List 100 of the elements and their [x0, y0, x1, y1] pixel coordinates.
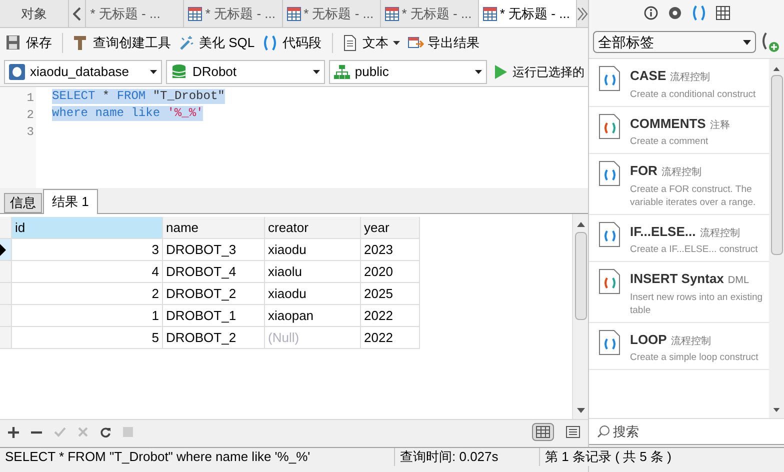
tab[interactable]: * 无标题 - ... [478, 0, 578, 27]
snippet-file-icon [599, 330, 620, 354]
tag-filter-dropdown[interactable]: 全部标签 [593, 31, 756, 53]
line-number: 3 [26, 124, 34, 140]
table-icon [482, 6, 497, 20]
snippet-title[interactable]: FOR [630, 161, 658, 180]
scroll-down-icon[interactable] [773, 408, 780, 412]
table-icon [286, 6, 301, 20]
text-icon [342, 35, 359, 51]
caret-icon [743, 40, 751, 44]
snippet-file-icon [599, 269, 620, 294]
connection-icon [9, 64, 25, 80]
toolbar-button[interactable]: 代码段 [260, 31, 324, 55]
table-cell: xiaolu [265, 261, 361, 283]
table-cell: 2022 [361, 305, 420, 327]
save-icon [6, 35, 22, 51]
table-cell: DROBOT_2 [163, 327, 265, 349]
column-header[interactable]: year [361, 217, 420, 239]
form-view-icon[interactable] [566, 426, 580, 438]
status-query: SELECT * FROM "T_Drobot" where name like '%_%' [0, 448, 395, 466]
search-icon [597, 425, 610, 438]
scroll-left-icon[interactable] [72, 6, 81, 20]
schema-icon [334, 64, 350, 80]
run-button[interactable]: 运行已选择的 [491, 63, 584, 81]
snippet-description: Create a simple loop construct [630, 351, 760, 364]
status-records: 第 1 条记录 ( 共 5 条 ) [544, 448, 672, 466]
snippet-title[interactable]: LOOP [630, 330, 667, 349]
snippet-description: Create a conditional construct [630, 88, 757, 100]
snippet-title[interactable]: CASE [630, 66, 666, 86]
snippet-tag: DML [728, 273, 750, 288]
line-number: 1 [26, 90, 34, 106]
tab[interactable]: * 无标题 - ... [380, 0, 479, 27]
toolbar-button[interactable]: 保存 [4, 31, 54, 55]
grid-icon [536, 426, 550, 438]
line-number: 2 [26, 107, 34, 123]
builder-icon [73, 35, 89, 51]
toolbar-button[interactable]: 文本 [340, 31, 402, 55]
snippet-title[interactable]: COMMENTS [630, 114, 706, 133]
snippet-file-icon [599, 66, 620, 91]
table-cell: 3 [12, 239, 163, 261]
snippet-tag: 流程控制 [670, 70, 710, 85]
table-cell: (Null) [265, 327, 361, 349]
check-icon[interactable] [54, 427, 66, 437]
caret-icon [150, 70, 158, 74]
snippet-description: Create a comment [630, 135, 710, 148]
column-header[interactable]: id [12, 217, 163, 239]
dropdown[interactable]: public [328, 60, 488, 84]
brackets-icon[interactable] [692, 5, 706, 21]
grid-view-button[interactable] [532, 423, 554, 441]
snippet-description: Create a FOR construct. The variable iterates over a range. [630, 182, 757, 208]
column-header[interactable]: name [163, 217, 265, 239]
tab[interactable]: * 无标题 - ... [282, 0, 381, 27]
snippet-description: Create a IF...ELSE... construct [630, 243, 759, 256]
status-time: 查询时间: 0.027s [395, 448, 540, 466]
scroll-up-icon[interactable] [773, 67, 780, 71]
snippet-title[interactable]: IF...ELSE... [630, 222, 696, 241]
column-header[interactable]: creator [265, 217, 361, 239]
result-tab[interactable]: 结果 1 [43, 189, 98, 214]
scrollbar-thumb[interactable] [770, 75, 782, 255]
table-cell: 2022 [361, 327, 420, 349]
caret-icon [312, 70, 320, 74]
refresh-icon[interactable] [100, 426, 111, 438]
snippet-tag: 流程控制 [661, 165, 702, 180]
row-header[interactable] [0, 239, 12, 261]
scroll-right-icon[interactable] [577, 6, 588, 20]
dropdown[interactable]: xiaodu_database [4, 60, 162, 84]
remove-icon[interactable] [31, 430, 42, 434]
table-cell: 2025 [361, 283, 420, 305]
toolbar-button[interactable]: 美化 SQL [177, 31, 257, 55]
play-icon [495, 65, 508, 79]
snippet-tag: 注释 [710, 118, 730, 132]
table-cell: 2020 [361, 261, 420, 283]
add-snippet-icon[interactable] [760, 31, 780, 53]
toolbar-button[interactable]: 查询创建工具 [71, 31, 173, 55]
tab[interactable]: * 无标题 - ... [86, 0, 184, 27]
tab[interactable]: * 无标题 - ... [184, 0, 283, 27]
beautify-icon [179, 35, 195, 51]
snippet-title[interactable]: INSERT Syntax [630, 269, 724, 288]
tab[interactable]: 对象 [0, 0, 69, 27]
table-cell: DROBOT_2 [163, 283, 265, 305]
table-cell: xiaodu [265, 239, 361, 261]
table-cell: DROBOT_4 [163, 261, 265, 283]
eye-icon[interactable] [668, 6, 682, 20]
scroll-down-icon[interactable] [576, 408, 584, 413]
toolbar-button[interactable]: 导出结果 [406, 31, 482, 55]
table-cell: 4 [12, 261, 163, 283]
dropdown[interactable]: DRobot [166, 60, 325, 84]
table-cell: 1 [12, 305, 163, 327]
scroll-up-icon[interactable] [576, 222, 584, 227]
result-tab[interactable]: 信息 [4, 193, 42, 213]
snippet-tag: 流程控制 [700, 226, 740, 240]
snippet-description: Insert new rows into an existing table [630, 290, 764, 316]
table-cell: 2023 [361, 239, 420, 261]
current-row-icon [0, 244, 6, 256]
info-icon[interactable] [644, 6, 658, 20]
table-icon [188, 6, 202, 20]
table-cell: xiaopan [265, 305, 361, 327]
scrollbar-thumb[interactable] [574, 232, 586, 320]
grid-icon[interactable] [716, 6, 730, 20]
add-icon[interactable] [8, 426, 19, 438]
